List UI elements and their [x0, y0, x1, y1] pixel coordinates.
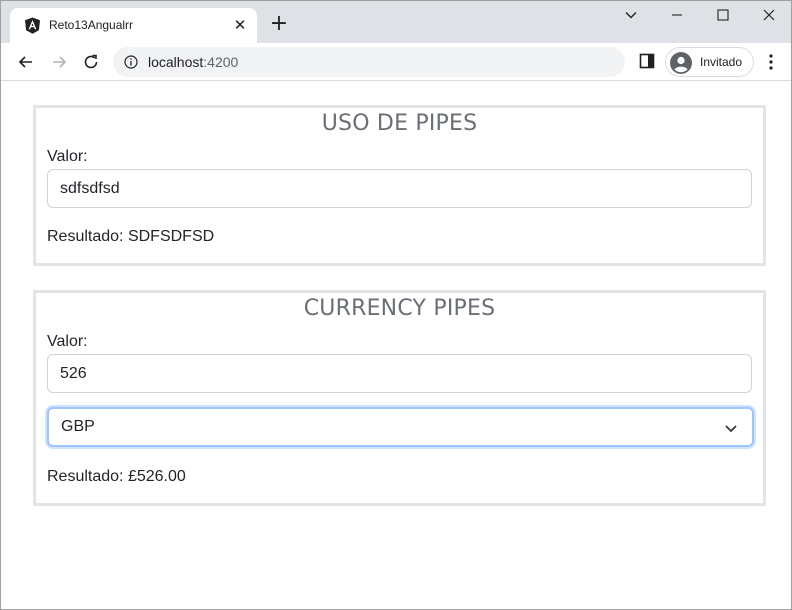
currency-select[interactable]: GBP: [47, 407, 754, 447]
uso-pipes-title: USO DE PIPES: [321, 111, 478, 136]
browser-tab[interactable]: Reto13Angualrr ✕: [10, 8, 257, 43]
minimize-button[interactable]: [654, 1, 700, 31]
minimize-icon: [672, 14, 682, 16]
profile-button[interactable]: Invitado: [665, 47, 754, 77]
browser-toolbar: localhost:4200 Invitado: [1, 43, 791, 81]
close-icon: [763, 9, 775, 21]
kebab-menu-icon[interactable]: [763, 52, 779, 72]
tab-title: Reto13Angualrr: [49, 18, 134, 32]
chevron-down-icon: [625, 12, 637, 19]
reload-button[interactable]: [80, 51, 102, 73]
amount-input[interactable]: 526: [47, 354, 752, 393]
back-button[interactable]: [15, 51, 37, 73]
currency-pipes-panel: CURRENCY PIPES Valor: 526 GBP Resultado:…: [33, 290, 766, 506]
browser-window: Reto13Angualrr ✕ + localhost:4200 Invita…: [0, 0, 792, 610]
arrow-left-icon: [18, 56, 32, 68]
uppercase-result: Resultado: SDFSDFSD: [47, 228, 215, 245]
angular-logo-icon: [25, 17, 40, 34]
info-icon[interactable]: [124, 55, 138, 69]
arrow-right-icon: [53, 56, 67, 68]
address-bar[interactable]: localhost:4200: [113, 47, 625, 77]
side-panel-icon[interactable]: [639, 53, 655, 69]
currency-select-value: GBP: [61, 418, 95, 435]
reload-icon: [84, 54, 98, 69]
maximize-icon: [717, 9, 729, 21]
text-input[interactable]: sdfsdfsd: [47, 169, 752, 208]
forward-button[interactable]: [48, 51, 70, 73]
chevron-down-icon: [725, 425, 737, 433]
url-text: localhost:4200: [148, 54, 239, 70]
new-tab-button[interactable]: +: [267, 13, 291, 37]
currency-result: Resultado: £526.00: [47, 468, 186, 485]
profile-label: Invitado: [700, 55, 743, 69]
valor-label: Valor:: [47, 148, 88, 165]
tab-strip: Reto13Angualrr ✕ +: [1, 1, 791, 43]
close-window-button[interactable]: [746, 1, 791, 31]
page-content: USO DE PIPES Valor: sdfsdfsd Resultado: …: [1, 82, 791, 609]
valor-label: Valor:: [47, 333, 88, 350]
currency-pipes-title: CURRENCY PIPES: [303, 296, 496, 321]
uso-pipes-panel: USO DE PIPES Valor: sdfsdfsd Resultado: …: [33, 105, 766, 266]
avatar-icon: [670, 52, 692, 74]
maximize-button[interactable]: [700, 1, 746, 31]
tab-close-button[interactable]: ✕: [232, 17, 248, 33]
tab-search-button[interactable]: [608, 1, 654, 31]
